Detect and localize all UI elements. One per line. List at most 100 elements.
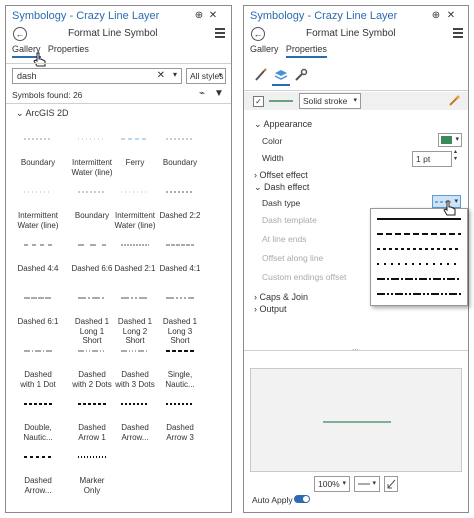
close-icon[interactable]: ✕ — [207, 10, 219, 22]
tag-icon[interactable]: ⌁ — [199, 88, 205, 99]
tab-properties[interactable]: Properties — [48, 44, 89, 56]
symbol-item[interactable]: Dashed 2:2 — [157, 175, 203, 221]
symbol-label: Dashed — [24, 370, 52, 379]
brush-icon[interactable] — [254, 68, 268, 82]
symbol-label: Dashed 6:6 — [71, 264, 113, 273]
symbol-item[interactable]: Single, Nautic... — [157, 334, 203, 389]
width-input[interactable]: 1 pt — [412, 151, 452, 167]
symbol-glyph — [69, 122, 115, 158]
symbol-item[interactable]: Marker Only — [69, 440, 115, 495]
divider — [244, 90, 468, 91]
back-icon[interactable]: ← — [13, 27, 27, 41]
symbol-label: Dashed — [78, 370, 106, 379]
chevron-down-icon: ▾ — [342, 480, 346, 487]
symbol-item[interactable]: Boundary — [157, 122, 203, 168]
layer-visibility-checkbox[interactable]: ✓ — [253, 96, 264, 107]
chevron-down-icon: ▾ — [218, 72, 222, 79]
clear-icon[interactable]: ✕ — [157, 70, 165, 81]
symbol-item[interactable]: Dashed 4:1 — [157, 228, 203, 274]
zoom-select[interactable]: 100% ▾ — [314, 476, 350, 492]
auto-apply-label: Auto Apply — [252, 495, 293, 505]
style-filter-select[interactable]: All styles ▾ — [186, 68, 226, 84]
section-dash-effect[interactable]: ⌄ Dash effect — [254, 182, 309, 193]
menu-icon[interactable] — [215, 28, 225, 38]
symbol-layer-row[interactable]: ✓ Solid stroke ▾ — [244, 92, 468, 110]
symbol-glyph — [69, 334, 115, 370]
symbol-item[interactable]: Dashed Arrow... — [112, 387, 158, 442]
hand-cursor-icon — [33, 52, 46, 67]
symbol-glyph — [157, 387, 203, 423]
symbol-item[interactable]: Intermittent Water (line) — [112, 175, 158, 230]
symbol-glyph — [112, 387, 158, 423]
symbol-label: Intermittent — [114, 211, 155, 220]
symbol-label: Dashed 1 — [74, 317, 110, 326]
tab-properties[interactable]: Properties — [285, 44, 327, 58]
symbol-label: Arrow... — [24, 485, 52, 495]
auto-apply-toggle[interactable] — [294, 495, 310, 503]
color-picker[interactable]: ▾ — [438, 133, 462, 147]
symbol-glyph — [15, 228, 61, 264]
divider — [6, 63, 231, 64]
background-select[interactable]: ▾ — [354, 476, 380, 492]
symbol-item[interactable]: Dashed with 1 Dot — [15, 334, 61, 389]
symbol-glyph — [112, 175, 158, 211]
pin-icon[interactable]: ⊕ — [193, 10, 205, 22]
width-stepper[interactable]: ▴ ▾ — [454, 149, 457, 163]
symbol-item[interactable]: Boundary — [15, 122, 61, 168]
layers-icon[interactable] — [274, 68, 288, 82]
symbol-item[interactable]: Double, Nautic... — [15, 387, 61, 442]
search-input[interactable]: dash ✕ ▾ — [12, 68, 182, 84]
section-caps-join[interactable]: › Caps & Join — [254, 292, 308, 302]
symbol-item[interactable]: Dashed Arrow 3 — [157, 387, 203, 442]
symbol-item[interactable]: Dashed 2:1 — [112, 228, 158, 274]
symbol-glyph — [157, 281, 203, 317]
wand-icon[interactable] — [448, 95, 460, 107]
fit-extent-button[interactable] — [384, 476, 398, 492]
symbol-line-icon — [166, 138, 194, 140]
symbol-item[interactable]: Dashed Arrow... — [15, 440, 61, 495]
symbol-item[interactable]: Boundary — [69, 175, 115, 221]
section-appearance[interactable]: ⌄ Appearance — [254, 119, 312, 130]
symbol-item[interactable]: Dashed 6:1 — [15, 281, 61, 327]
back-icon[interactable]: ← — [251, 27, 265, 41]
custom-endings-offset-label: Custom endings offset — [262, 272, 347, 282]
chevron-down-icon[interactable]: ▾ — [173, 70, 177, 79]
line-icon — [358, 483, 370, 485]
section-output[interactable]: › Output — [254, 304, 287, 314]
symbol-item[interactable]: Dashed Arrow 1 — [69, 387, 115, 442]
symbol-glyph — [15, 387, 61, 423]
symbol-label: Dashed — [24, 476, 52, 485]
symbol-item[interactable]: Dashed with 3 Dots — [112, 334, 158, 389]
color-swatch — [441, 136, 452, 144]
stroke-preview — [269, 100, 293, 102]
tab-gallery[interactable]: Gallery — [250, 44, 279, 56]
close-icon[interactable]: ✕ — [445, 10, 457, 22]
symbol-item[interactable]: Ferry — [112, 122, 158, 168]
symbol-label: Dashed 4:4 — [17, 264, 59, 273]
section-offset-effect[interactable]: › Offset effect — [254, 170, 308, 180]
symbol-label: Double, — [24, 423, 52, 432]
group-header[interactable]: ⌄ ArcGIS 2D — [16, 108, 69, 119]
symbol-label: Boundary — [162, 158, 198, 167]
symbol-item[interactable]: Dashed 6:6 — [69, 228, 115, 274]
wrench-icon[interactable] — [294, 68, 308, 82]
symbol-item[interactable]: Intermittent Water (line) — [69, 122, 115, 177]
pin-icon[interactable]: ⊕ — [430, 10, 442, 22]
symbol-line-icon — [78, 456, 106, 458]
divider — [6, 103, 231, 104]
symbol-item[interactable]: Dashed 4:4 — [15, 228, 61, 274]
symbol-line-icon — [24, 456, 52, 458]
symbol-line-icon — [166, 297, 194, 299]
layer-type-select[interactable]: Solid stroke ▾ — [299, 93, 361, 109]
splitter-grip[interactable]: ⋯ — [352, 346, 359, 354]
title-bar: Symbology - Crazy Line Layer ⊕ ✕ — [244, 6, 468, 26]
search-value: dash — [17, 71, 37, 81]
offset-along-line-label: Offset along line — [262, 253, 324, 263]
filter-icon[interactable]: ▼ — [214, 88, 224, 99]
symbol-item[interactable]: Dashed with 2 Dots — [69, 334, 115, 389]
symbol-item[interactable]: Intermittent Water (line) — [15, 175, 61, 230]
chevron-down-icon: ▾ — [353, 97, 357, 104]
menu-icon[interactable] — [453, 28, 463, 38]
symbol-label: Dashed 1 — [162, 317, 198, 326]
symbol-line-icon — [24, 350, 52, 352]
